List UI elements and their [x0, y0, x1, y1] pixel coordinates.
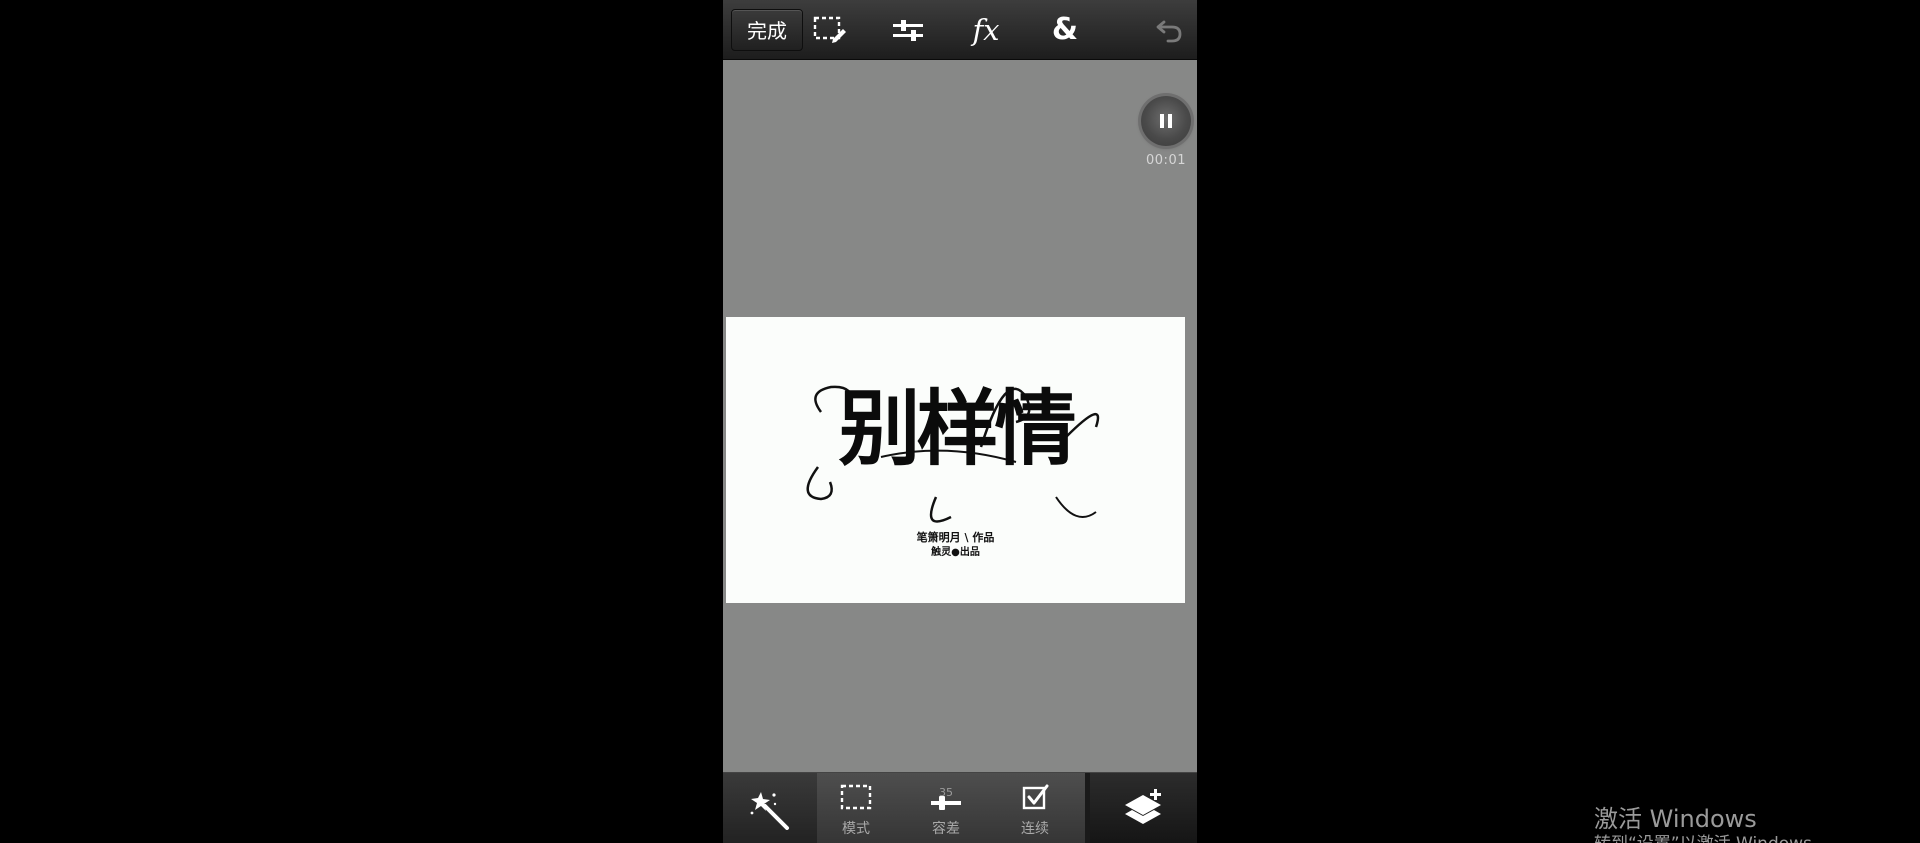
- top-toolbar: 完成 fx &: [723, 0, 1197, 60]
- tolerance-option-button[interactable]: 35 容差: [911, 773, 981, 843]
- text-label: &: [1051, 12, 1079, 47]
- slider-icon: [928, 793, 964, 813]
- record-timer: 00:01: [1146, 153, 1186, 168]
- contiguous-option-button[interactable]: 连续: [1000, 773, 1070, 843]
- add-layer-icon: [1124, 788, 1161, 824]
- text-icon[interactable]: &: [1046, 11, 1084, 49]
- record-pause-button[interactable]: [1141, 96, 1191, 146]
- marquee-icon: [838, 781, 874, 813]
- mode-option-button[interactable]: 模式: [821, 773, 891, 843]
- canvas-image[interactable]: 别样情 笔箫明月 \ 作品 触灵●出品: [726, 317, 1185, 603]
- layers-button[interactable]: [1090, 773, 1197, 843]
- selection-edit-icon[interactable]: [811, 11, 849, 49]
- pause-icon: [1160, 114, 1172, 128]
- magic-wand-icon: [750, 791, 789, 830]
- contiguous-label: 连续: [1021, 821, 1049, 837]
- desktop-background: 完成 fx & 00:01 别样情 笔箫明月 \ 作品 触灵●出品 模式 35 …: [0, 0, 1920, 843]
- canvas-credit-line: 触灵●出品: [931, 547, 980, 558]
- effects-icon[interactable]: fx: [967, 11, 1005, 49]
- undo-icon[interactable]: [1150, 11, 1188, 49]
- tolerance-label: 容差: [932, 821, 960, 837]
- mode-label: 模式: [842, 821, 870, 837]
- done-button[interactable]: 完成: [731, 9, 803, 51]
- magic-wand-tool-button[interactable]: [723, 773, 817, 843]
- windows-activation-hint: 转到“设置”以激活 Windows。: [1594, 829, 1829, 843]
- checkbox-icon: [1017, 781, 1053, 813]
- adjustments-icon[interactable]: [889, 11, 927, 49]
- bottom-toolbar: 模式 35 容差 连续: [723, 772, 1197, 843]
- phone-screen: 完成 fx & 00:01 别样情 笔箫明月 \ 作品 触灵●出品 模式 35 …: [723, 0, 1197, 843]
- effects-label: fx: [972, 13, 1000, 47]
- canvas-title-text: 别样情: [838, 381, 1076, 477]
- tool-options-panel: 模式 35 容差 连续: [817, 773, 1085, 843]
